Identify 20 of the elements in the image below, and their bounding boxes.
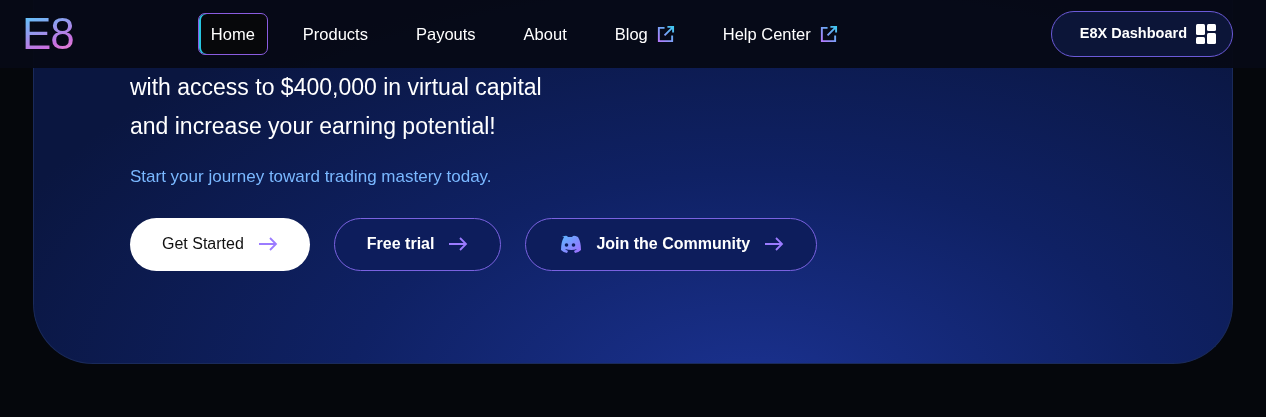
community-button[interactable]: Join the Community [525, 217, 818, 271]
arrow-icon [448, 237, 469, 251]
game-controller-icon [558, 235, 583, 253]
external-link-icon [818, 24, 838, 44]
external-link-icon [655, 24, 675, 44]
grid-icon [1196, 24, 1216, 44]
arrow-icon [257, 237, 278, 251]
cta-button[interactable]: Get Started [130, 217, 310, 271]
nav-link[interactable]: Help Center [709, 12, 851, 56]
cta-button[interactable]: Free trial [333, 217, 502, 271]
headline-line: with access to $400,000 in virtual capital [130, 73, 543, 102]
hero-subtitle: Start your journey toward trading mastery today. [130, 166, 493, 188]
nav-link[interactable]: Payouts [402, 12, 489, 56]
arrow-icon [764, 237, 785, 251]
nav-link[interactable]: About [510, 12, 580, 56]
dashboard-button[interactable]: E8X Dashboard [1050, 11, 1233, 57]
nav-link[interactable]: Products [289, 12, 381, 56]
headline-line: and increase your earning potential! [130, 112, 497, 141]
nav-link[interactable]: Home [197, 12, 268, 56]
nav-link[interactable]: Blog [601, 12, 688, 56]
